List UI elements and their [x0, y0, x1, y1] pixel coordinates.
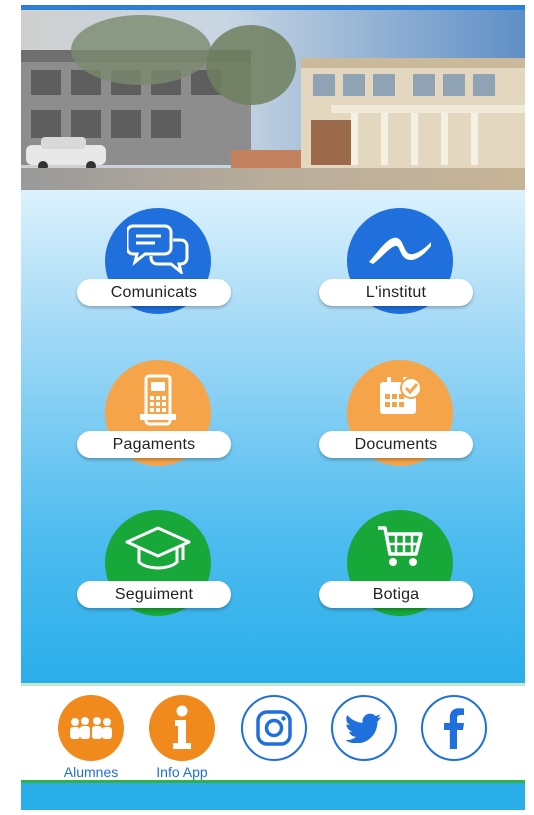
- nav-instagram[interactable]: [241, 695, 307, 761]
- main-menu: Comunicats L'institut Pagaments Document…: [21, 190, 525, 683]
- calendar-check-icon: [380, 377, 422, 414]
- twitter-icon: [346, 713, 381, 743]
- chat-bubbles-icon: [127, 224, 189, 274]
- nav-facebook[interactable]: [421, 695, 487, 761]
- info-icon: [173, 705, 191, 749]
- nav-alumnes[interactable]: Alumnes: [58, 695, 124, 780]
- shopping-cart-icon: [378, 526, 423, 566]
- bottom-nav: Alumnes Info App: [21, 683, 525, 783]
- facebook-circle[interactable]: [421, 695, 487, 761]
- seguiment-label[interactable]: Seguiment: [77, 581, 231, 608]
- students-group-icon: [70, 717, 112, 739]
- nav-twitter[interactable]: [331, 695, 397, 761]
- pagaments-label[interactable]: Pagaments: [77, 431, 231, 458]
- graduation-cap-icon: [125, 526, 191, 570]
- menu-tile-pagaments[interactable]: Pagaments: [77, 360, 237, 480]
- botiga-label[interactable]: Botiga: [319, 581, 473, 608]
- twitter-circle[interactable]: [331, 695, 397, 761]
- wave-logo-icon: [369, 237, 431, 264]
- menu-tile-botiga[interactable]: Botiga: [319, 510, 479, 630]
- nav-info-app[interactable]: Info App: [149, 695, 215, 780]
- alumnes-label[interactable]: Alumnes: [58, 764, 124, 780]
- facebook-icon: [444, 708, 464, 749]
- menu-tile-institut[interactable]: L'institut: [319, 208, 479, 328]
- comunicats-label[interactable]: Comunicats: [77, 279, 231, 306]
- school-building-photo: [21, 10, 525, 190]
- footer-strip: [21, 783, 525, 810]
- documents-label[interactable]: Documents: [319, 431, 473, 458]
- menu-tile-seguiment[interactable]: Seguiment: [77, 510, 237, 630]
- menu-tile-documents[interactable]: Documents: [319, 360, 479, 480]
- alumnes-circle[interactable]: [58, 695, 124, 761]
- institut-label[interactable]: L'institut: [319, 279, 473, 306]
- app-screen: Comunicats L'institut Pagaments Document…: [21, 5, 525, 810]
- menu-tile-comunicats[interactable]: Comunicats: [77, 208, 237, 328]
- card-terminal-icon: [140, 374, 176, 426]
- info-app-circle[interactable]: [149, 695, 215, 761]
- instagram-icon: [256, 710, 292, 746]
- instagram-circle[interactable]: [241, 695, 307, 761]
- info-app-label[interactable]: Info App: [149, 764, 215, 780]
